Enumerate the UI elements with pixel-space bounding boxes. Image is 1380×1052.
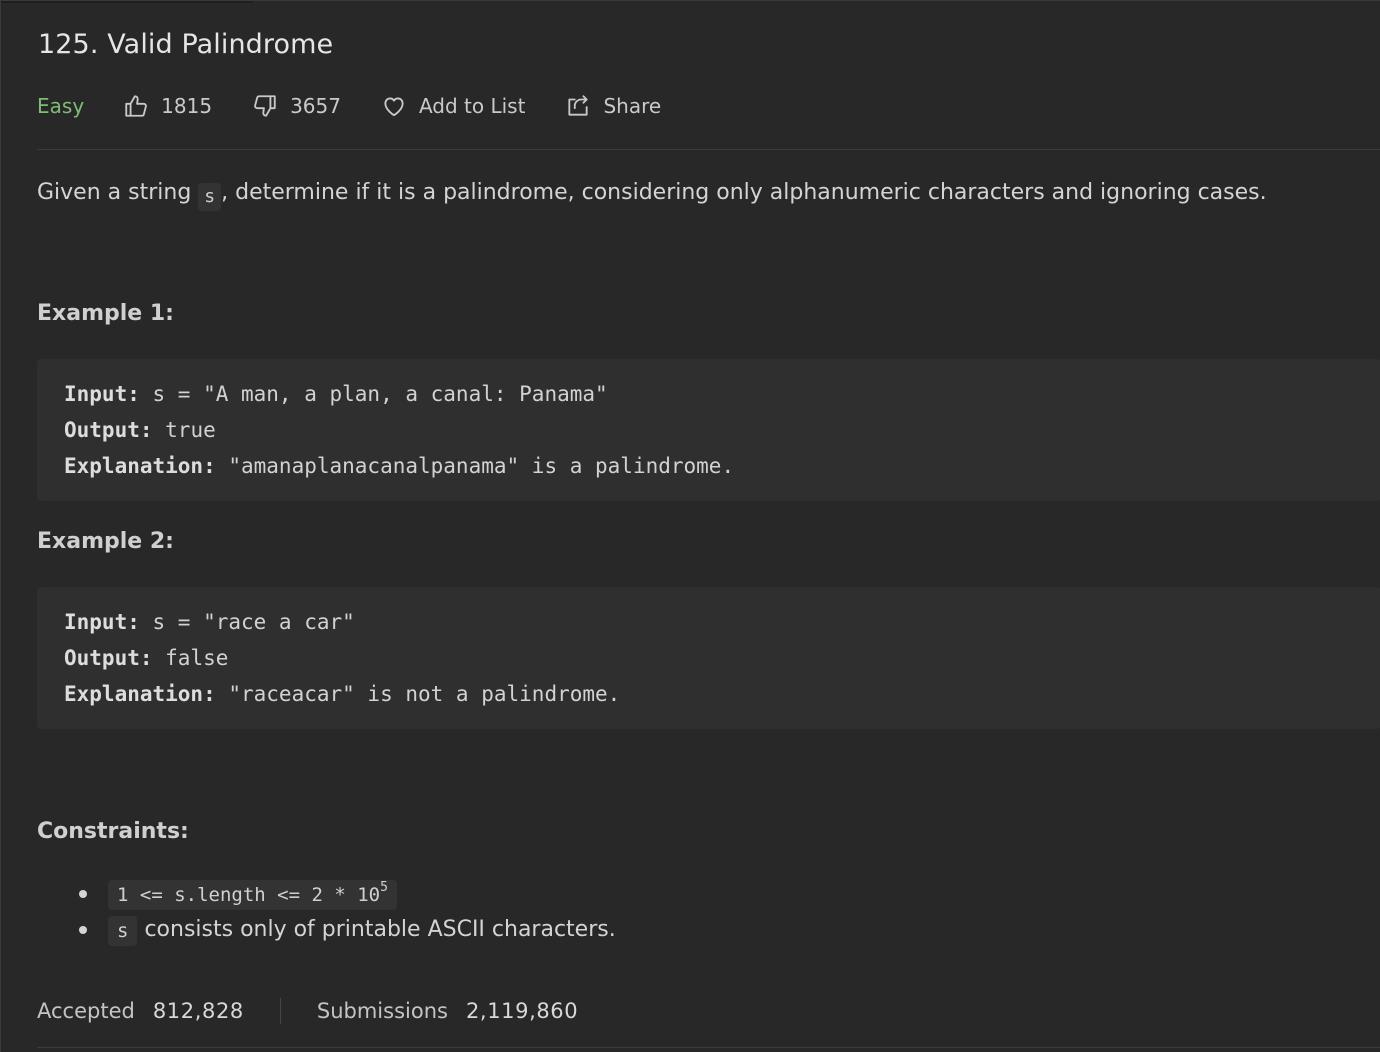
accepted-label: Accepted — [37, 999, 135, 1023]
accepted-value: 812,828 — [152, 999, 244, 1023]
heart-icon — [381, 93, 419, 119]
share-button[interactable]: Share — [565, 93, 661, 119]
example-2-explanation-label: Explanation: — [64, 682, 216, 706]
constraint-item: 1 <= s.length <= 2 * 105 — [37, 876, 616, 912]
footer-divider — [37, 1047, 1380, 1048]
constraint-item: s consists only of printable ASCII chara… — [37, 912, 616, 948]
constraint-text: consists only of printable ASCII charact… — [137, 917, 616, 942]
share-icon — [565, 93, 603, 119]
example-2-input-value: s = "race a car" — [139, 610, 355, 634]
constraint-exponent: 5 — [380, 880, 388, 895]
stats-separator — [279, 998, 281, 1024]
problem-title: 125. Valid Palindrome — [38, 29, 334, 60]
add-to-list-label: Add to List — [418, 94, 526, 118]
dislike-button[interactable]: 3657 — [252, 93, 341, 119]
example-2-block: Input: s = "race a car" Output: false Ex… — [37, 587, 1380, 729]
bullet — [79, 890, 87, 898]
problem-description-panel: 125. Valid Palindrome Easy 1815 3657 Add… — [0, 0, 1380, 1052]
problem-description: Given a string s, determine if it is a p… — [37, 177, 1267, 211]
description-text-after: , determine if it is a palindrome, consi… — [221, 180, 1267, 205]
share-label: Share — [603, 94, 662, 118]
example-1-block: Input: s = "A man, a plan, a canal: Pana… — [37, 359, 1380, 501]
thumbs-up-icon — [123, 93, 161, 119]
example-1-input-value: s = "A man, a plan, a canal: Panama" — [139, 382, 608, 406]
dislike-count: 3657 — [290, 94, 341, 118]
add-to-list-button[interactable]: Add to List — [381, 93, 525, 119]
tab-indicator — [1, 1, 253, 3]
header-divider — [37, 149, 1380, 150]
constraint-code-text: s — [117, 920, 129, 942]
example-1-explanation-label: Explanation: — [64, 454, 216, 478]
constraint-code: s — [108, 916, 138, 946]
submissions-value: 2,119,860 — [465, 999, 579, 1023]
example-1-input-label: Input: — [64, 382, 140, 406]
constraints-list: 1 <= s.length <= 2 * 105 s consists only… — [37, 876, 616, 948]
example-2-output-value: false — [152, 646, 229, 670]
like-button[interactable]: 1815 — [123, 93, 212, 119]
thumbs-down-icon — [252, 93, 290, 119]
example-1-output-value: true — [152, 418, 216, 442]
constraint-code: 1 <= s.length <= 2 * 105 — [108, 880, 397, 910]
example-2-explanation-value: "raceacar" is not a palindrome. — [215, 682, 621, 706]
constraint-code-text: 1 <= s.length <= 2 * 10 — [117, 884, 381, 906]
problem-meta-bar: Easy 1815 3657 Add to List Share — [37, 89, 701, 123]
description-inline-code: s — [198, 183, 222, 211]
like-count: 1815 — [161, 94, 213, 118]
example-2-heading: Example 2: — [37, 529, 174, 554]
description-text-before: Given a string — [37, 180, 199, 205]
example-1-heading: Example 1: — [37, 301, 174, 326]
example-1-output-label: Output: — [64, 418, 153, 442]
submission-stats: Accepted 812,828 Submissions 2,119,860 — [37, 995, 578, 1027]
example-2-input-label: Input: — [64, 610, 140, 634]
example-2-output-label: Output: — [64, 646, 153, 670]
example-1-explanation-value: "amanaplanacanalpanama" is a palindrome. — [215, 454, 735, 478]
bullet — [79, 926, 87, 934]
submissions-label: Submissions — [316, 999, 448, 1023]
constraints-heading: Constraints: — [37, 819, 189, 844]
difficulty-badge: Easy — [37, 94, 85, 118]
